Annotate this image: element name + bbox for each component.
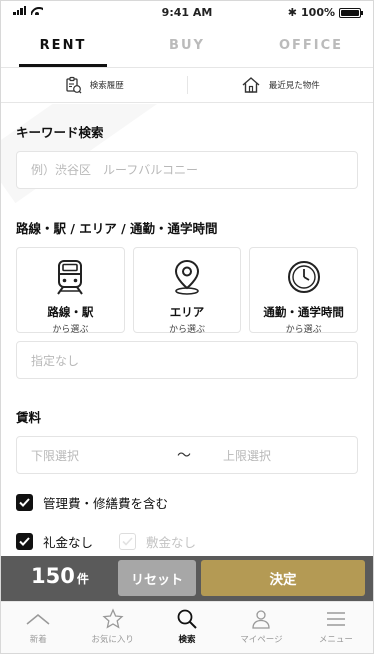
checkbox-checked-icon <box>16 494 33 511</box>
rent-min-select[interactable]: 下限選択 <box>17 447 177 464</box>
route-options: 路線・駅 から選ぶ エリア から選ぶ 通勤・通学時間 から選ぶ <box>16 247 359 335</box>
keyword-field[interactable] <box>16 151 358 189</box>
commute-card-sub: から選ぶ <box>285 325 322 335</box>
route-selection-value: 指定なし <box>31 353 80 368</box>
keyword-section-title: キーワード検索 <box>16 125 104 140</box>
no-deposit-checkbox[interactable]: 敷金なし <box>119 532 196 551</box>
nav-menu-label: メニュー <box>318 635 353 645</box>
result-count-unit: 件 <box>76 572 89 586</box>
nav-favorites-label: お気に入り <box>91 635 134 645</box>
chevron-up-icon <box>26 614 50 625</box>
nav-search[interactable]: 検索 <box>150 602 224 653</box>
bottom-nav: 新着 お気に入り 検索 マイページ メニュー <box>1 601 373 653</box>
recently-viewed-label: 最近見た物件 <box>268 81 320 91</box>
station-card-sub: から選ぶ <box>52 325 89 335</box>
battery-percent: 100% <box>301 6 335 19</box>
nav-menu[interactable]: メニュー <box>299 602 373 653</box>
nav-favorites[interactable]: お気に入り <box>75 602 149 653</box>
action-bar: 150 件 リセット 決定 <box>1 556 373 601</box>
clock-icon <box>287 261 320 293</box>
include-fees-label: 管理費・修繕費を含む <box>43 496 169 511</box>
station-card-label: 路線・駅 <box>47 305 94 319</box>
nav-search-label: 検索 <box>178 635 196 645</box>
status-bar: 9:41 AM ✱ 100% <box>1 1 373 23</box>
nav-mypage[interactable]: マイページ <box>224 602 298 653</box>
station-card[interactable]: 路線・駅 から選ぶ <box>16 247 125 335</box>
result-count: 150 件 <box>31 564 89 588</box>
search-history-label: 検索履歴 <box>89 81 124 91</box>
map-pin-icon <box>174 259 200 295</box>
nav-mypage-label: マイページ <box>240 635 283 645</box>
result-count-value: 150 <box>31 564 75 588</box>
app-screen: 9:41 AM ✱ 100% RENT BUY OFFICE 検索履歴 最近見た… <box>0 0 374 654</box>
area-card[interactable]: エリア から選ぶ <box>132 247 242 335</box>
rent-section-title: 賃料 <box>16 410 42 425</box>
rent-max-select[interactable]: 上限選択 <box>217 447 271 464</box>
user-icon <box>252 610 271 629</box>
bluetooth-icon: ✱ <box>287 6 298 19</box>
battery-status: ✱ 100% <box>287 6 363 19</box>
checkbox-unchecked-icon <box>119 533 136 550</box>
house-icon <box>242 77 260 93</box>
route-section-title: 路線・駅 / エリア / 通勤・通学時間 <box>16 221 218 236</box>
reset-button[interactable]: リセット <box>118 560 196 596</box>
search-history-button[interactable]: 検索履歴 <box>1 68 187 102</box>
recently-viewed-button[interactable]: 最近見た物件 <box>188 68 374 102</box>
tab-buy[interactable]: BUY <box>125 23 249 67</box>
decide-button[interactable]: 決定 <box>201 560 365 596</box>
nav-new-label: 新着 <box>29 635 47 645</box>
search-history-icon <box>66 76 82 94</box>
include-fees-checkbox[interactable]: 管理費・修繕費を含む <box>16 493 168 512</box>
train-icon <box>57 260 84 295</box>
search-icon <box>177 609 197 629</box>
battery-icon <box>339 7 363 18</box>
search-form: キーワード検索 路線・駅 / エリア / 通勤・通学時間 <box>1 104 373 559</box>
commute-card[interactable]: 通勤・通学時間 から選ぶ <box>249 247 359 335</box>
area-card-sub: から選ぶ <box>169 325 206 335</box>
route-selection-field[interactable]: 指定なし <box>16 341 358 379</box>
tab-rent[interactable]: RENT <box>1 23 125 67</box>
checkbox-checked-icon <box>16 533 33 550</box>
menu-icon <box>326 612 345 626</box>
history-bar: 検索履歴 最近見た物件 <box>1 68 373 103</box>
area-card-label: エリア <box>169 305 205 319</box>
property-type-tabs: RENT BUY OFFICE <box>1 23 373 67</box>
rent-range-separator: ～ <box>177 448 191 464</box>
tab-office[interactable]: OFFICE <box>249 23 373 67</box>
commute-card-label: 通勤・通学時間 <box>263 305 344 319</box>
star-icon <box>102 608 124 629</box>
no-key-money-label: 礼金なし <box>43 535 94 550</box>
nav-new[interactable]: 新着 <box>1 602 75 653</box>
keyword-input[interactable] <box>31 163 357 177</box>
no-deposit-label: 敷金なし <box>146 535 197 550</box>
rent-range-field: 下限選択 ～ 上限選択 <box>16 436 358 474</box>
no-key-money-checkbox[interactable]: 礼金なし <box>16 532 93 551</box>
